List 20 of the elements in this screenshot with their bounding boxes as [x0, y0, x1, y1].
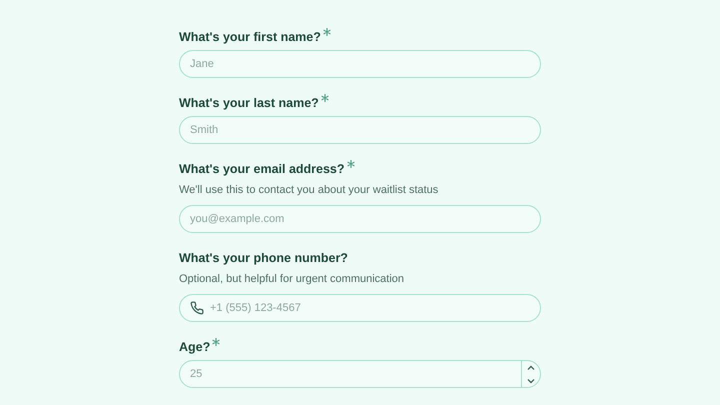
field-label: What's your last name?: [179, 95, 319, 112]
input-field[interactable]: 25: [190, 364, 521, 384]
field-hint: We'll use this to contact you about your waitlist status: [179, 183, 440, 198]
field-label: Age?: [179, 339, 210, 356]
number-field[interactable]: 25: [179, 360, 541, 388]
input-field[interactable]: +1 (555) 123-4567: [210, 298, 540, 318]
field-label: What's your phone number?: [179, 250, 348, 267]
text-field[interactable]: you@example.com: [179, 205, 541, 233]
text-field[interactable]: Jane: [179, 50, 541, 78]
field-label: What's your first name?: [179, 29, 321, 46]
up-chevron-icon[interactable]: [527, 364, 535, 370]
phone-field[interactable]: +1 (555) 123-4567: [179, 294, 541, 322]
field-hint: Optional, but helpful for urgent communication: [179, 272, 406, 287]
input-field[interactable]: Smith: [190, 120, 540, 140]
phone-icon: [190, 301, 204, 315]
input-field[interactable]: you@example.com: [190, 209, 540, 229]
input-field[interactable]: Jane: [190, 54, 540, 74]
field-label: What's your email address?: [179, 161, 345, 178]
down-chevron-icon[interactable]: [527, 378, 535, 384]
text-field[interactable]: Smith: [179, 116, 541, 144]
